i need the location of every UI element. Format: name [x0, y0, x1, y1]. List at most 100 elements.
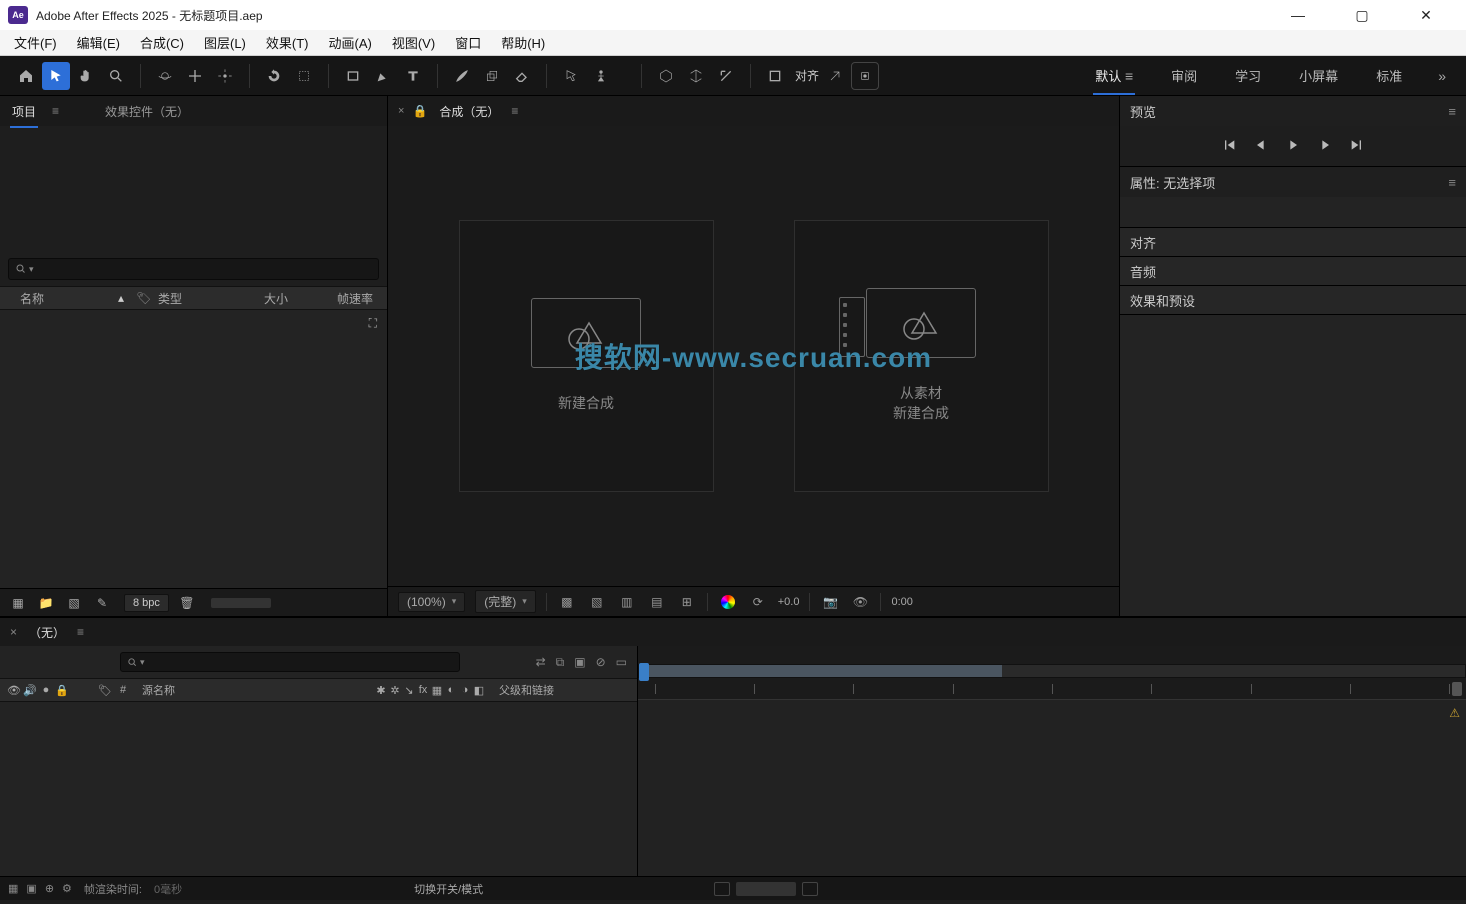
col-size[interactable]: 大小: [238, 290, 298, 307]
timeline-tab[interactable]: （无）: [27, 620, 67, 645]
navigator-handle-icon[interactable]: [639, 663, 649, 681]
timeline-search[interactable]: ▾: [120, 652, 460, 672]
menu-help[interactable]: 帮助(H): [491, 30, 555, 55]
sw-fx-icon[interactable]: ✲: [389, 684, 401, 697]
comp-tab-menu-icon[interactable]: ≡: [511, 104, 518, 118]
solo-toggle-icon[interactable]: ●: [40, 684, 52, 696]
snapshot-icon[interactable]: 📷: [820, 592, 840, 612]
timeline-track-area[interactable]: ⚠: [638, 700, 1466, 876]
workspace-small[interactable]: 小屏幕: [1297, 60, 1340, 91]
sw-adj-icon[interactable]: ◐: [445, 684, 457, 697]
guides-icon[interactable]: ▤: [647, 592, 667, 612]
tl-opt-2-icon[interactable]: ⧉: [556, 655, 565, 670]
workspace-standard[interactable]: 标准: [1374, 60, 1404, 91]
timeline-tab-menu-icon[interactable]: ≡: [77, 625, 84, 639]
toggle-switches-button[interactable]: 切换开关/模式: [414, 881, 483, 897]
zoom-tool-icon[interactable]: [102, 62, 130, 90]
lock-toggle-icon[interactable]: 🔒: [56, 684, 68, 696]
workspace-overflow-icon[interactable]: »: [1438, 68, 1446, 84]
tl-opt-4-icon[interactable]: ⊘: [596, 655, 606, 670]
menu-view[interactable]: 视图(V): [382, 30, 445, 55]
pan-behind-tool-icon[interactable]: [181, 62, 209, 90]
tab-effect-controls[interactable]: 效果控件（无）: [103, 99, 191, 124]
new-composition-card[interactable]: 新建合成: [459, 220, 714, 492]
sort-arrow-icon[interactable]: ▴: [118, 291, 136, 305]
align-panel-header[interactable]: 对齐: [1120, 228, 1466, 256]
new-folder-icon[interactable]: 📁: [36, 593, 56, 613]
menu-animation[interactable]: 动画(A): [319, 30, 382, 55]
maximize-button[interactable]: ▢: [1342, 7, 1382, 24]
mask-tool-icon[interactable]: [290, 62, 318, 90]
zoom-out-icon[interactable]: [714, 882, 730, 896]
grid-icon[interactable]: ⊞: [677, 592, 697, 612]
tl-opt-1-icon[interactable]: ⇄: [536, 655, 546, 670]
exposure-value[interactable]: +0.0: [778, 596, 800, 608]
hand-tool-icon[interactable]: [72, 62, 100, 90]
preview-menu-icon[interactable]: ≡: [1448, 104, 1456, 119]
brush-tool-icon[interactable]: [448, 62, 476, 90]
adjust-icon[interactable]: ✎: [92, 593, 112, 613]
time-ruler[interactable]: [638, 680, 1466, 700]
menu-window[interactable]: 窗口: [445, 30, 491, 55]
zoom-dropdown[interactable]: (100%)▾: [398, 592, 465, 612]
sw-blend-icon[interactable]: ◧: [473, 684, 485, 697]
sw-3d-icon[interactable]: ◑: [459, 684, 471, 697]
menu-composition[interactable]: 合成(C): [130, 30, 194, 55]
trash-icon[interactable]: 🗑: [177, 593, 197, 613]
first-frame-icon[interactable]: [1221, 137, 1237, 156]
last-frame-icon[interactable]: [1349, 137, 1365, 156]
color-mgmt-icon[interactable]: [718, 592, 738, 612]
close-button[interactable]: ✕: [1406, 7, 1446, 24]
comp-lock-icon[interactable]: 🔒: [412, 104, 427, 118]
menu-edit[interactable]: 编辑(E): [67, 30, 130, 55]
flowchart-icon[interactable]: ⛶: [369, 316, 377, 331]
anchor-tool-icon[interactable]: [211, 62, 239, 90]
sw-collapse-icon[interactable]: ↘: [403, 684, 415, 697]
snap-grid-icon[interactable]: [851, 62, 879, 90]
video-toggle-icon[interactable]: 👁: [8, 684, 20, 696]
sw-shy-icon[interactable]: ✱: [375, 684, 387, 697]
comp-tab-close-icon[interactable]: ×: [398, 105, 404, 117]
audio-panel-header[interactable]: 音频: [1120, 257, 1466, 285]
new-comp-from-footage-card[interactable]: 从素材 新建合成: [794, 220, 1049, 492]
timecode-display[interactable]: 0:00: [891, 596, 912, 608]
thumbnail-size-slider[interactable]: [211, 598, 271, 608]
sw-mb-icon[interactable]: ▦: [431, 684, 443, 697]
play-icon[interactable]: [1285, 137, 1301, 156]
col-name[interactable]: 名称: [8, 290, 118, 307]
orbit-tool-icon[interactable]: [151, 62, 179, 90]
tag-icon[interactable]: 🏷: [136, 291, 158, 305]
clone-tool-icon[interactable]: [478, 62, 506, 90]
puppet-tool-icon[interactable]: [587, 62, 615, 90]
sw-quality-icon[interactable]: fx: [417, 684, 429, 697]
preview-panel-header[interactable]: 预览 ≡: [1120, 96, 1466, 126]
zoom-slider-icon[interactable]: [736, 882, 796, 896]
index-header[interactable]: #: [120, 684, 136, 696]
new-comp-icon[interactable]: ▧: [64, 593, 84, 613]
parent-header[interactable]: 父级和链接: [499, 682, 629, 698]
bit-depth-button[interactable]: 8 bpc: [124, 594, 169, 612]
timeline-tab-close-icon[interactable]: ×: [10, 625, 17, 639]
region-icon[interactable]: ▥: [617, 592, 637, 612]
minimize-button[interactable]: —: [1278, 7, 1318, 24]
eraser-tool-icon[interactable]: [508, 62, 536, 90]
tl-opt-3-icon[interactable]: ▣: [574, 655, 585, 670]
workspace-menu-icon[interactable]: ≡: [1125, 68, 1133, 84]
timeline-navigator[interactable]: [638, 664, 1466, 678]
project-search[interactable]: ▾: [8, 258, 379, 280]
menu-file[interactable]: 文件(F): [4, 30, 67, 55]
workspace-review[interactable]: 审阅: [1169, 60, 1199, 91]
mask-toggle-icon[interactable]: ▧: [587, 592, 607, 612]
sb-icon-1[interactable]: ▦: [8, 882, 18, 895]
source-name-header[interactable]: 源名称: [142, 682, 292, 698]
roto-tool-icon[interactable]: [557, 62, 585, 90]
properties-menu-icon[interactable]: ≡: [1448, 175, 1456, 190]
label-header-icon[interactable]: 🏷: [98, 684, 114, 697]
rotate-tool-icon[interactable]: [260, 62, 288, 90]
tab-composition[interactable]: 合成（无）: [437, 99, 501, 124]
audio-toggle-icon[interactable]: 🔊: [24, 684, 36, 696]
reset-exposure-icon[interactable]: ⟳: [748, 592, 768, 612]
text-tool-icon[interactable]: [399, 62, 427, 90]
properties-panel-header[interactable]: 属性: 无选择项 ≡: [1120, 167, 1466, 197]
warning-icon[interactable]: ⚠: [1449, 706, 1460, 720]
